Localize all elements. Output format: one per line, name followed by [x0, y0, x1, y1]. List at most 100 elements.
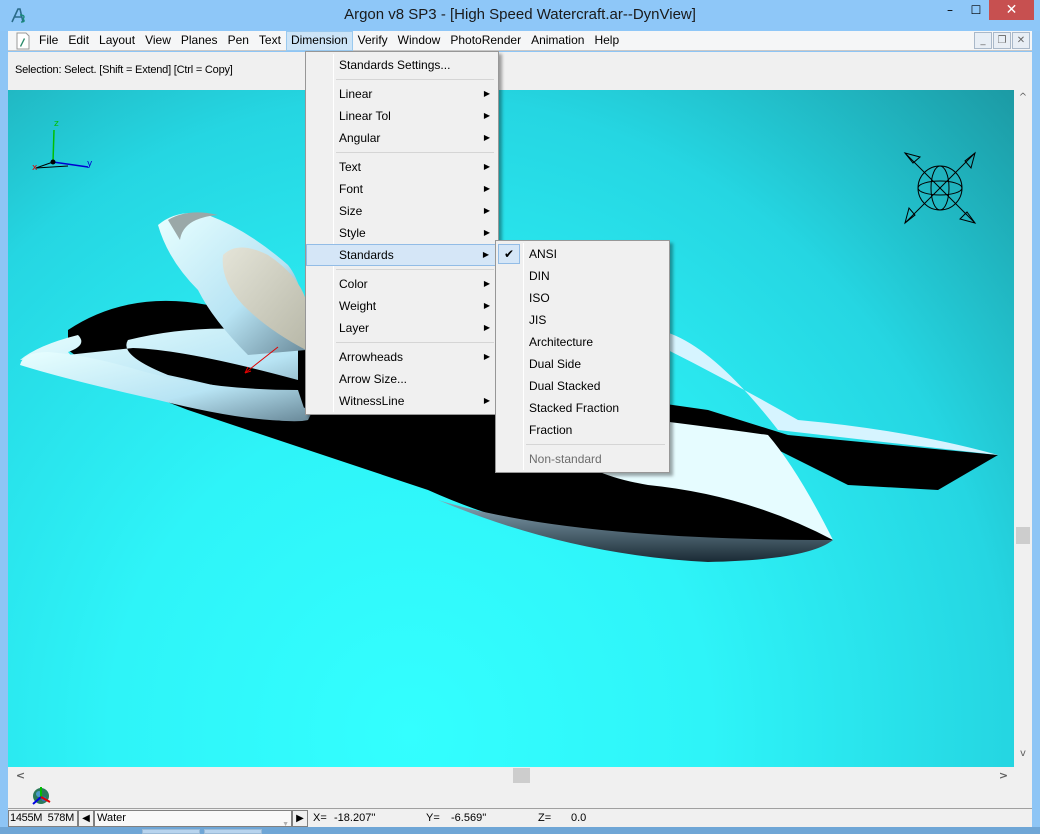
menu-edit[interactable]: Edit — [63, 31, 94, 51]
minimize-icon: _ — [980, 35, 986, 46]
submenu-arrow-icon: ▶ — [483, 279, 490, 288]
menu-text[interactable]: Text — [254, 31, 286, 51]
submenu-arrow-icon: ▶ — [483, 396, 490, 405]
submenu-arrow-icon: ▶ — [483, 89, 490, 98]
menu-item-angular[interactable]: Angular ▶ — [306, 127, 498, 149]
menu-item-dual-side[interactable]: Dual Side — [496, 353, 669, 375]
menu-help[interactable]: Help — [589, 31, 624, 51]
scroll-up-icon[interactable]: ^ — [1014, 92, 1032, 109]
menu-item-linear[interactable]: Linear ▶ — [306, 83, 498, 105]
minimized-window-tab[interactable] — [204, 829, 262, 834]
prompt-text: Selection: Select. [Shift = Extend] [Ctr… — [15, 64, 233, 76]
horizontal-scroll-thumb[interactable] — [513, 768, 530, 783]
menu-item-non-standard: Non-standard — [529, 452, 602, 466]
menu-item-standards-settings[interactable]: Standards Settings... — [306, 54, 498, 76]
submenu-arrow-icon: ▶ — [482, 250, 489, 259]
menu-item-jis[interactable]: JIS — [496, 309, 669, 331]
minimized-window-tab[interactable] — [142, 829, 200, 834]
dimension-menu: Standards Settings... Linear ▶ Linear Tol… — [305, 51, 499, 415]
menu-file[interactable]: File — [34, 31, 63, 51]
y-value: -6.569'' — [451, 812, 487, 824]
axis-label-x: x — [32, 163, 38, 173]
menu-animation[interactable]: Animation — [526, 31, 589, 51]
menu-item-architecture[interactable]: Architecture — [496, 331, 669, 353]
arrow-right-icon: ▶ — [296, 813, 304, 824]
submenu-arrow-icon: ▶ — [483, 206, 490, 215]
close-button[interactable]: ✕ — [989, 0, 1034, 20]
submenu-arrow-icon: ▶ — [483, 352, 490, 361]
menu-item-text[interactable]: Text ▶ — [306, 156, 498, 178]
menu-item-fraction[interactable]: Fraction — [496, 419, 669, 441]
scroll-right-icon[interactable]: > — [995, 767, 1012, 784]
layer-prev-button[interactable]: ◀ — [78, 810, 94, 827]
scroll-left-icon[interactable]: < — [12, 767, 29, 784]
menu-item-stacked-fraction[interactable]: Stacked Fraction — [496, 397, 669, 419]
menu-photorender[interactable]: PhotoRender — [445, 31, 526, 51]
menu-item-color[interactable]: Color ▶ — [306, 273, 498, 295]
layer-select[interactable]: Water ▼ — [94, 810, 292, 828]
menu-item-iso[interactable]: ISO — [496, 287, 669, 309]
menu-separator — [306, 76, 498, 83]
rotation-gizmo-icon[interactable] — [903, 151, 977, 225]
vertical-scrollbar[interactable]: ^ v — [1014, 90, 1032, 767]
submenu-arrow-icon: ▶ — [483, 323, 490, 332]
globe-view-icon[interactable] — [30, 784, 52, 806]
window-title: Argon v8 SP3 - [High Speed Watercraft.ar… — [344, 6, 696, 23]
menu-item-din[interactable]: DIN — [496, 265, 669, 287]
close-icon: ✕ — [1005, 2, 1018, 18]
mdi-minimize-button[interactable]: _ — [974, 32, 992, 49]
axis-triad: z y x — [32, 119, 93, 173]
menu-item-layer[interactable]: Layer ▶ — [306, 317, 498, 339]
menu-item-dual-stacked[interactable]: Dual Stacked — [496, 375, 669, 397]
mdi-close-button[interactable]: ✕ — [1012, 32, 1030, 49]
menu-item-witnessline[interactable]: WitnessLine ▶ — [306, 390, 498, 412]
menu-item-linear-tol[interactable]: Linear Tol ▶ — [306, 105, 498, 127]
status-bar: 1455M 578M ◀ Water ▼ ▶ X= -18.207'' Y= -… — [8, 808, 1032, 828]
prompt-bar: Selection: Select. [Shift = Extend] [Ctr… — [8, 52, 1032, 90]
memory-readout: 1455M 578M — [8, 810, 78, 827]
menu-pen[interactable]: Pen — [223, 31, 254, 51]
menu-item-ansi[interactable]: ✔ ANSI — [496, 243, 669, 265]
axis-label-y: y — [87, 159, 93, 169]
restore-icon: ❐ — [997, 35, 1007, 46]
title-bar: Argon v8 SP3 - [High Speed Watercraft.ar… — [0, 0, 1040, 31]
menu-view[interactable]: View — [140, 31, 176, 51]
menu-item-size[interactable]: Size ▶ — [306, 200, 498, 222]
submenu-arrow-icon: ▶ — [483, 111, 490, 120]
submenu-arrow-icon: ▶ — [483, 184, 490, 193]
layer-next-button[interactable]: ▶ — [292, 810, 308, 827]
document-icon[interactable] — [14, 32, 32, 50]
scroll-down-icon[interactable]: v — [1014, 748, 1032, 765]
menu-item-arrowheads[interactable]: Arrowheads ▶ — [306, 346, 498, 368]
menu-separator — [496, 441, 669, 448]
mdi-restore-button[interactable]: ❐ — [993, 32, 1011, 49]
x-value: -18.207'' — [334, 812, 376, 824]
menu-item-weight[interactable]: Weight ▶ — [306, 295, 498, 317]
vertical-scroll-thumb[interactable] — [1016, 527, 1030, 544]
z-label: Z= — [538, 812, 552, 824]
horizontal-scrollbar[interactable]: < > — [8, 767, 1014, 784]
view-control-panel — [8, 784, 1032, 808]
scrollbar-corner — [1014, 767, 1032, 784]
menu-dimension[interactable]: Dimension — [285, 30, 353, 51]
menu-bar: File Edit Layout View Planes Pen Text Di… — [8, 30, 1032, 51]
maximize-icon: ☐ — [970, 3, 982, 17]
y-label: Y= — [426, 812, 440, 824]
minimize-button[interactable]: – — [937, 0, 963, 20]
menu-window[interactable]: Window — [393, 31, 446, 51]
minimize-icon: – — [947, 3, 953, 17]
mdi-controls: _ ❐ ✕ — [974, 32, 1030, 49]
menu-separator — [306, 266, 498, 273]
menu-item-standards[interactable]: Standards ▶ — [306, 244, 498, 266]
maximize-button[interactable]: ☐ — [963, 0, 989, 20]
menu-planes[interactable]: Planes — [176, 31, 223, 51]
submenu-arrow-icon: ▶ — [483, 301, 490, 310]
submenu-arrow-icon: ▶ — [483, 133, 490, 142]
z-value: 0.0 — [571, 812, 587, 824]
menu-item-arrow-size[interactable]: Arrow Size... — [306, 368, 498, 390]
menu-layout[interactable]: Layout — [94, 31, 140, 51]
menu-item-font[interactable]: Font ▶ — [306, 178, 498, 200]
menu-separator — [306, 149, 498, 156]
menu-verify[interactable]: Verify — [353, 31, 393, 51]
menu-item-style[interactable]: Style ▶ — [306, 222, 498, 244]
